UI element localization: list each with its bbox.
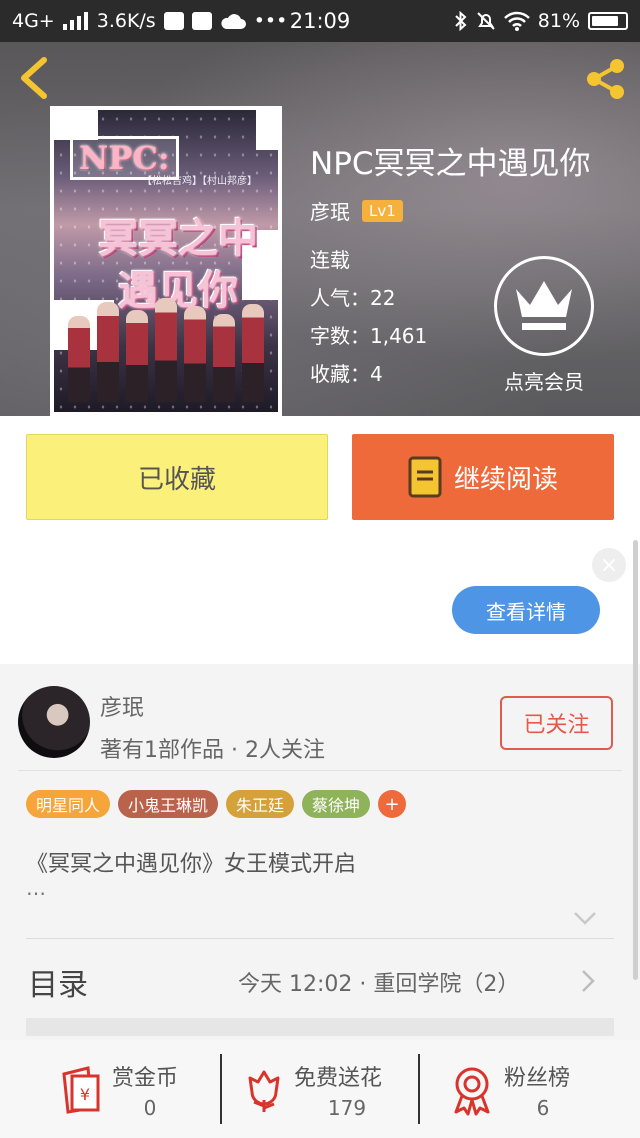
scrollbar[interactable]: [633, 540, 638, 980]
divider: [18, 770, 622, 771]
network-speed: 3.6K/s: [96, 10, 156, 32]
free-flowers-stat[interactable]: 免费送花 179: [222, 1054, 418, 1128]
cover-figures: [64, 292, 268, 402]
ad-close-button[interactable]: ×: [592, 548, 626, 582]
book-header: NPC: 【松松吉鸡】【村山邦彦】 冥冥之中 遇见你 NPC冥冥之中遇见你 彦珉…: [0, 42, 640, 416]
collected-button[interactable]: 已收藏: [26, 434, 328, 520]
crown-icon: [516, 281, 572, 330]
reward-coins-label: 赏金币: [112, 1066, 179, 1091]
author-card-name[interactable]: 彦珉: [100, 690, 144, 722]
word-count-stat: 字数：1,461: [310, 324, 428, 348]
ad-banner: × 查看详情: [0, 538, 640, 664]
close-icon: ×: [599, 552, 619, 578]
tag-item[interactable]: 蔡徐坤: [302, 790, 371, 818]
fan-ranking-label: 粉丝榜: [504, 1066, 571, 1091]
taobao-icon: [191, 12, 212, 30]
add-tag-button[interactable]: +: [378, 790, 407, 818]
divider: [26, 938, 614, 939]
book-description: 《冥冥之中遇见你》女王模式开启: [26, 852, 357, 877]
follow-button[interactable]: 已关注: [500, 696, 613, 750]
continue-reading-label: 继续阅读: [453, 464, 558, 495]
cloud-icon: [221, 14, 246, 29]
book-title: NPC冥冥之中遇见你: [310, 146, 591, 182]
author-line: 彦珉 Lv1: [310, 196, 403, 225]
author-name[interactable]: 彦珉: [310, 196, 350, 225]
book-cover[interactable]: NPC: 【松松吉鸡】【村山邦彦】 冥冥之中 遇见你: [50, 106, 282, 416]
message-icon: [163, 12, 184, 30]
signal-icon: [62, 12, 88, 30]
medal-icon: [454, 1067, 490, 1116]
level-badge: Lv1: [362, 199, 403, 222]
battery-level: 81%: [537, 10, 580, 32]
stats-bar: ¥ 赏金币 0 免费送花 179 粉丝榜 6: [0, 1040, 640, 1138]
free-flowers-label: 免费送花: [294, 1066, 383, 1091]
more-notifications-icon: •••: [253, 10, 288, 32]
clock: 21:09: [289, 9, 351, 33]
reward-coins-value: 0: [143, 1096, 157, 1120]
bluetooth-icon: [455, 11, 467, 31]
status-bar: 4G+ 3.6K/s ••• 21:09 81%: [0, 0, 640, 42]
coin-envelope-icon: ¥: [62, 1066, 100, 1114]
back-arrow-icon[interactable]: [16, 56, 52, 100]
section-separator: [26, 1018, 614, 1036]
mute-bell-icon: [477, 12, 495, 30]
share-icon[interactable]: [582, 56, 628, 102]
wifi-icon: [503, 11, 530, 31]
cover-subtitle: 【松松吉鸡】【村山邦彦】: [142, 176, 257, 187]
latest-chapter[interactable]: 今天 12:02 · 重回学院（2）: [238, 966, 519, 998]
flower-icon: [248, 1070, 280, 1112]
continue-reading-button[interactable]: 继续阅读: [352, 434, 614, 520]
tag-item[interactable]: 明星同人: [26, 790, 111, 818]
description-ellipsis: …: [26, 876, 46, 900]
chevron-right-icon[interactable]: [580, 968, 596, 994]
reward-coins-stat[interactable]: ¥ 赏金币 0: [0, 1054, 220, 1128]
tag-list: 明星同人 小鬼王琳凯 朱正廷 蔡徐坤 +: [26, 790, 407, 818]
tag-item[interactable]: 小鬼王琳凯: [118, 790, 219, 818]
popularity-stat: 人气：22: [310, 286, 396, 310]
avatar[interactable]: [18, 686, 90, 758]
author-works-summary: 著有1部作品 · 2人关注: [100, 738, 325, 763]
favorites-stat: 收藏：4: [310, 362, 383, 386]
author-card: 彦珉 著有1部作品 · 2人关注 已关注: [0, 664, 640, 774]
book-icon: [408, 456, 442, 498]
view-details-label: 查看详情: [486, 599, 566, 624]
battery-icon: [588, 12, 628, 30]
follow-label: 已关注: [523, 713, 590, 738]
view-details-button[interactable]: 查看详情: [452, 586, 600, 634]
vip-label[interactable]: 点亮会员: [484, 366, 604, 395]
free-flowers-value: 179: [327, 1096, 367, 1120]
svg-text:¥: ¥: [80, 1085, 90, 1104]
book-cover-art: NPC: 【松松吉鸡】【村山邦彦】 冥冥之中 遇见你: [54, 110, 278, 412]
collected-label: 已收藏: [137, 464, 216, 495]
vip-button[interactable]: [494, 256, 594, 356]
action-bar: 已收藏 继续阅读: [0, 416, 640, 538]
fan-ranking-value: 6: [536, 1096, 550, 1120]
network-type: 4G+: [12, 10, 55, 32]
cover-title-line1: 冥冥之中: [98, 215, 258, 262]
table-of-contents-label[interactable]: 目录: [28, 960, 88, 1004]
chevron-down-icon[interactable]: [572, 910, 598, 926]
serial-status: 连载: [310, 248, 350, 272]
fan-ranking-stat[interactable]: 粉丝榜 6: [420, 1054, 640, 1128]
tag-item[interactable]: 朱正廷: [226, 790, 295, 818]
